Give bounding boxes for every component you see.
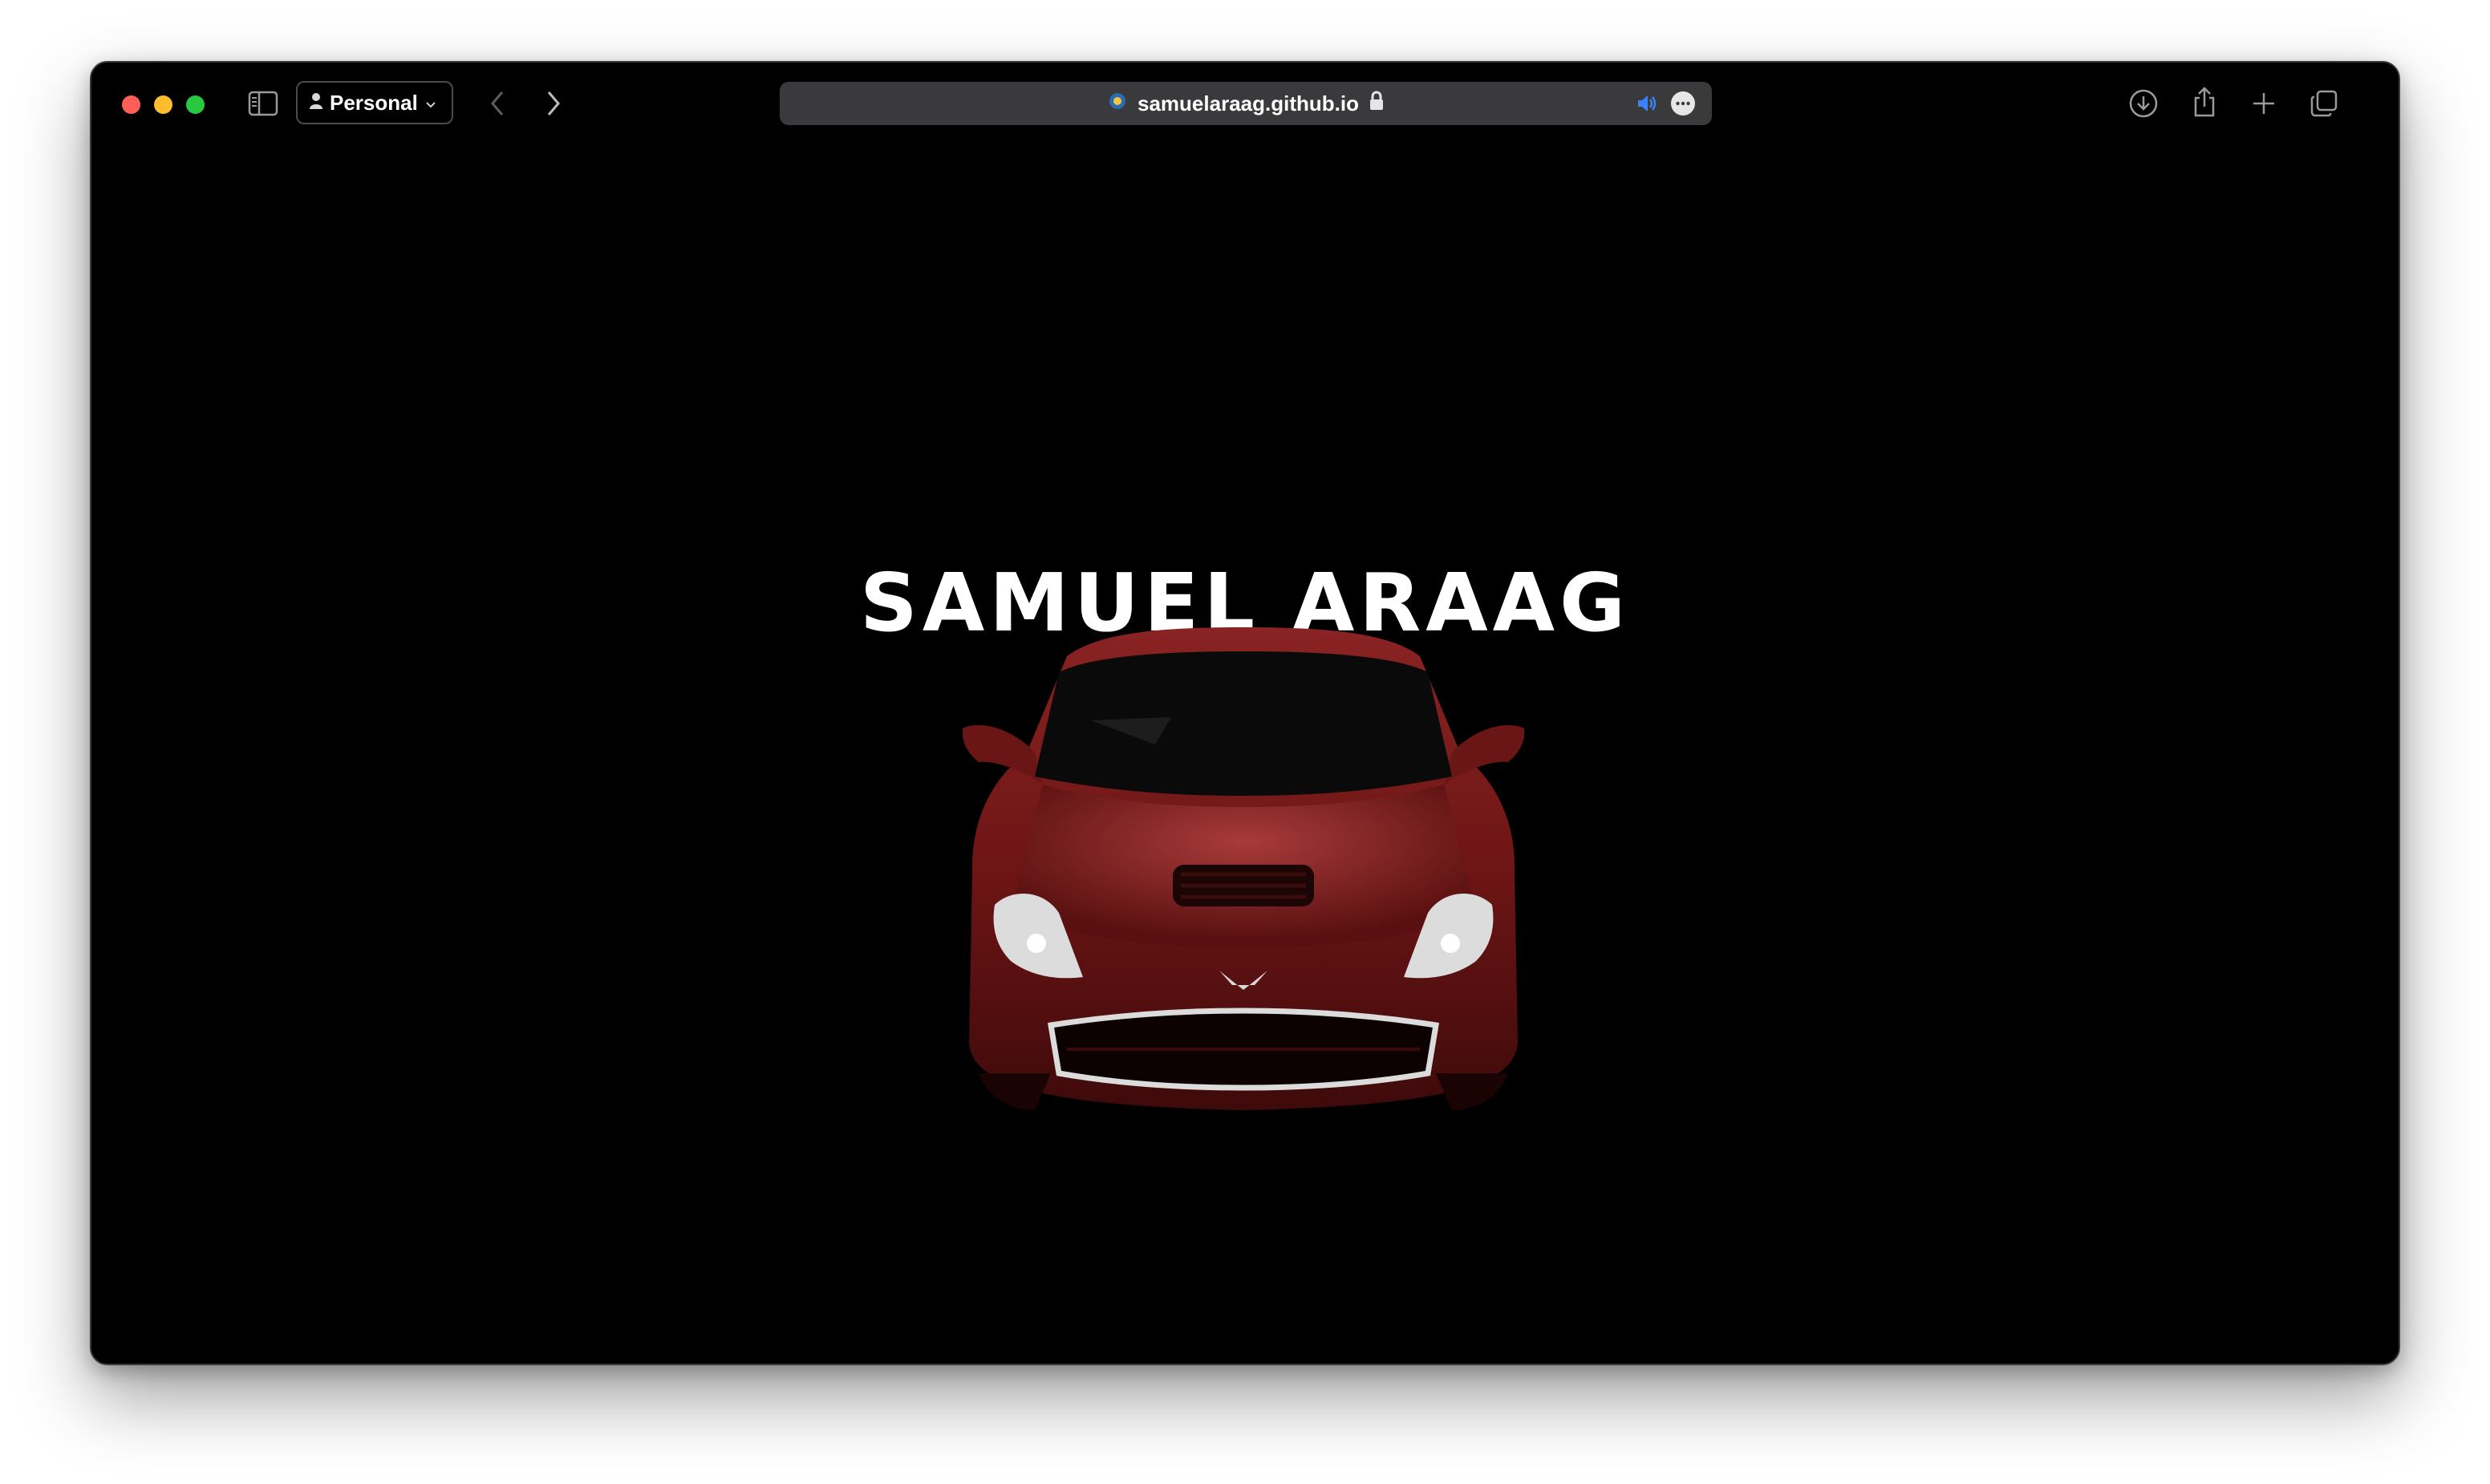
browser-window: Personal samuelaraag.github.io SAMUEL AR… [90, 61, 2400, 1365]
download-icon[interactable] [2127, 87, 2159, 120]
minimize-window-button[interactable] [154, 95, 172, 114]
chevron-down-icon [424, 91, 437, 116]
browser-toolbar: Personal samuelaraag.github.io [91, 63, 2399, 146]
close-window-button[interactable] [122, 95, 140, 114]
share-icon[interactable] [2188, 83, 2220, 120]
page-content: SAMUEL ARAAG [91, 146, 2399, 1364]
person-icon [309, 91, 323, 116]
site-favicon-icon [1107, 91, 1128, 117]
more-icon[interactable] [1670, 91, 1696, 116]
sidebar-icon[interactable] [247, 89, 279, 118]
car-render [963, 627, 1524, 1110]
address-bar[interactable]: samuelaraag.github.io [780, 82, 1712, 125]
lock-icon [1369, 90, 1385, 118]
right-mirror [1444, 724, 1524, 785]
zoom-window-button[interactable] [186, 95, 205, 114]
url-text: samuelaraag.github.io [1138, 91, 1359, 116]
profile-selector[interactable]: Personal [296, 81, 453, 124]
tab-overview-icon[interactable] [2307, 87, 2341, 120]
plus-icon[interactable] [2248, 87, 2280, 120]
left-mirror [963, 724, 1043, 785]
speaker-icon[interactable] [1635, 91, 1659, 116]
profile-label: Personal [330, 90, 418, 115]
windshield [1035, 651, 1452, 796]
forward-arrow-icon[interactable] [537, 87, 570, 120]
back-arrow-icon[interactable] [481, 87, 513, 120]
